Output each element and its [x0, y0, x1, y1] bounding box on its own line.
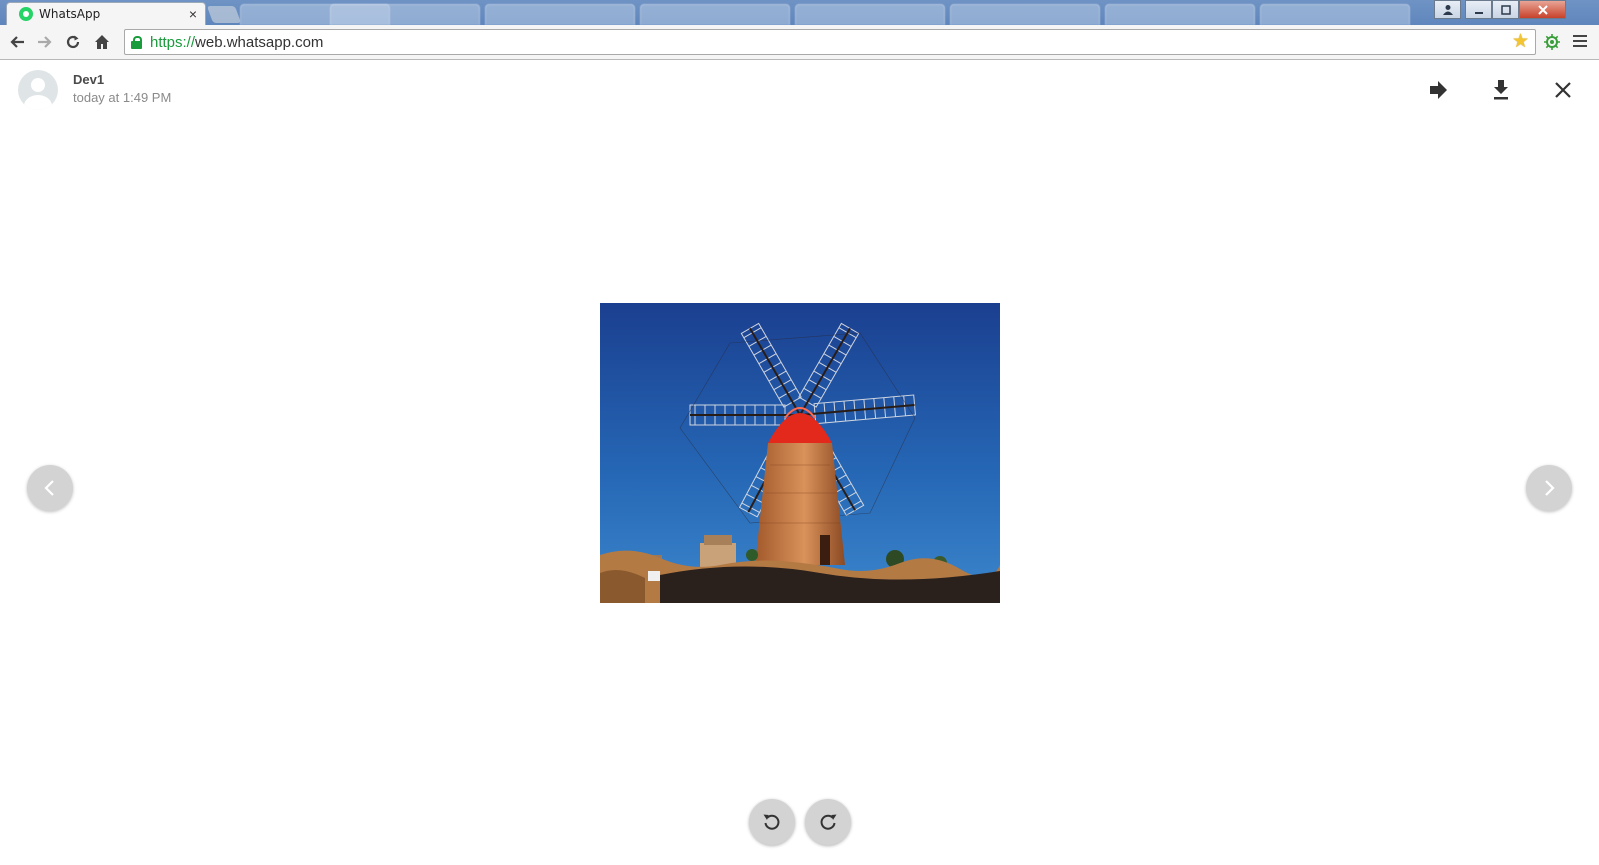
tab-whatsapp[interactable]: WhatsApp × [6, 2, 206, 25]
avatar[interactable] [18, 70, 58, 110]
back-arrow-icon[interactable] [6, 31, 28, 53]
star-icon[interactable]: ★ [1512, 32, 1529, 52]
download-icon[interactable] [1487, 76, 1515, 104]
viewer-header: Dev1 today at 1:49 PM [0, 60, 1599, 120]
extension-icon[interactable] [1542, 32, 1562, 52]
window-controls [1434, 0, 1566, 19]
profile-icon[interactable] [1434, 0, 1461, 19]
browser-toolbar: https://web.whatsapp.com ★ [0, 25, 1599, 60]
previous-icon[interactable] [27, 465, 73, 511]
home-icon[interactable] [91, 31, 113, 53]
media-image [600, 303, 1000, 603]
maximize-button[interactable] [1492, 0, 1519, 19]
background-tab[interactable] [795, 4, 945, 25]
background-tab[interactable] [950, 4, 1100, 25]
hamburger-menu-icon[interactable] [1572, 33, 1588, 49]
address-bar[interactable]: https://web.whatsapp.com ★ [124, 29, 1536, 55]
forward-icon[interactable] [1424, 76, 1452, 104]
background-tab[interactable] [1105, 4, 1255, 25]
sender-name[interactable]: Dev1 [73, 72, 104, 87]
tab-title: WhatsApp [39, 7, 101, 21]
close-icon[interactable] [1549, 76, 1577, 104]
message-timestamp: today at 1:49 PM [73, 90, 172, 105]
url-scheme: https:// [150, 33, 196, 51]
forward-arrow-icon[interactable] [34, 31, 56, 53]
window-close-button[interactable] [1519, 0, 1566, 19]
background-tab[interactable] [1260, 4, 1410, 25]
background-tab[interactable] [640, 4, 790, 25]
background-tab[interactable] [330, 4, 480, 25]
lock-icon [131, 35, 142, 49]
background-tab[interactable] [485, 4, 635, 25]
reload-icon[interactable] [62, 31, 84, 53]
next-icon[interactable] [1526, 465, 1572, 511]
url-text: https://web.whatsapp.com [150, 34, 323, 51]
new-tab-button[interactable] [206, 6, 242, 23]
tab-close-icon[interactable]: × [189, 6, 197, 22]
minimize-button[interactable] [1465, 0, 1492, 19]
media-viewer: Dev1 today at 1:49 PM [0, 60, 1599, 865]
tab-strip: WhatsApp × [0, 0, 1599, 25]
url-host: web.whatsapp.com [195, 33, 324, 51]
rotate-left-icon[interactable] [749, 799, 795, 845]
rotate-right-icon[interactable] [805, 799, 851, 845]
whatsapp-icon [19, 7, 33, 21]
